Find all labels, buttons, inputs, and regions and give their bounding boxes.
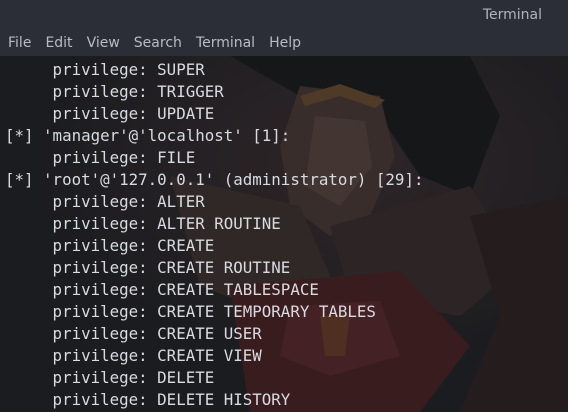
- terminal-line: privilege: TRIGGER: [5, 82, 224, 101]
- terminal-line: privilege: SUPER: [5, 60, 205, 79]
- menu-bar: File Edit View Search Terminal Help: [0, 30, 568, 56]
- terminal-output: privilege: SUPER privilege: TRIGGER priv…: [5, 59, 423, 411]
- terminal-line: privilege: ALTER: [5, 192, 205, 211]
- menu-terminal[interactable]: Terminal: [196, 35, 255, 51]
- terminal-line: privilege: DELETE HISTORY: [5, 390, 291, 409]
- terminal-line: privilege: UPDATE: [5, 104, 215, 123]
- terminal-line: privilege: CREATE: [5, 236, 215, 255]
- terminal-line: privilege: CREATE VIEW: [5, 346, 262, 365]
- terminal-line: privilege: CREATE USER: [5, 324, 262, 343]
- menu-edit[interactable]: Edit: [45, 35, 72, 51]
- terminal-line: privilege: CREATE TEMPORARY TABLES: [5, 302, 376, 321]
- menu-file[interactable]: File: [8, 35, 31, 51]
- terminal-line: privilege: CREATE ROUTINE: [5, 258, 291, 277]
- terminal-line: [*] 'manager'@'localhost' [1]:: [5, 126, 291, 145]
- terminal-line: [*] 'root'@'127.0.0.1' (administrator) […: [5, 170, 424, 189]
- menu-search[interactable]: Search: [134, 35, 182, 51]
- terminal-output-area[interactable]: privilege: SUPER privilege: TRIGGER priv…: [0, 56, 568, 412]
- window-title: Terminal: [482, 7, 542, 23]
- title-bar[interactable]: Terminal: [0, 0, 568, 30]
- terminal-line: privilege: ALTER ROUTINE: [5, 214, 281, 233]
- terminal-window: Terminal File Edit View Search Terminal …: [0, 0, 568, 412]
- terminal-line: privilege: FILE: [5, 148, 196, 167]
- menu-view[interactable]: View: [87, 35, 120, 51]
- terminal-line: privilege: DELETE: [5, 368, 215, 387]
- menu-help[interactable]: Help: [269, 35, 301, 51]
- terminal-line: privilege: CREATE TABLESPACE: [5, 280, 319, 299]
